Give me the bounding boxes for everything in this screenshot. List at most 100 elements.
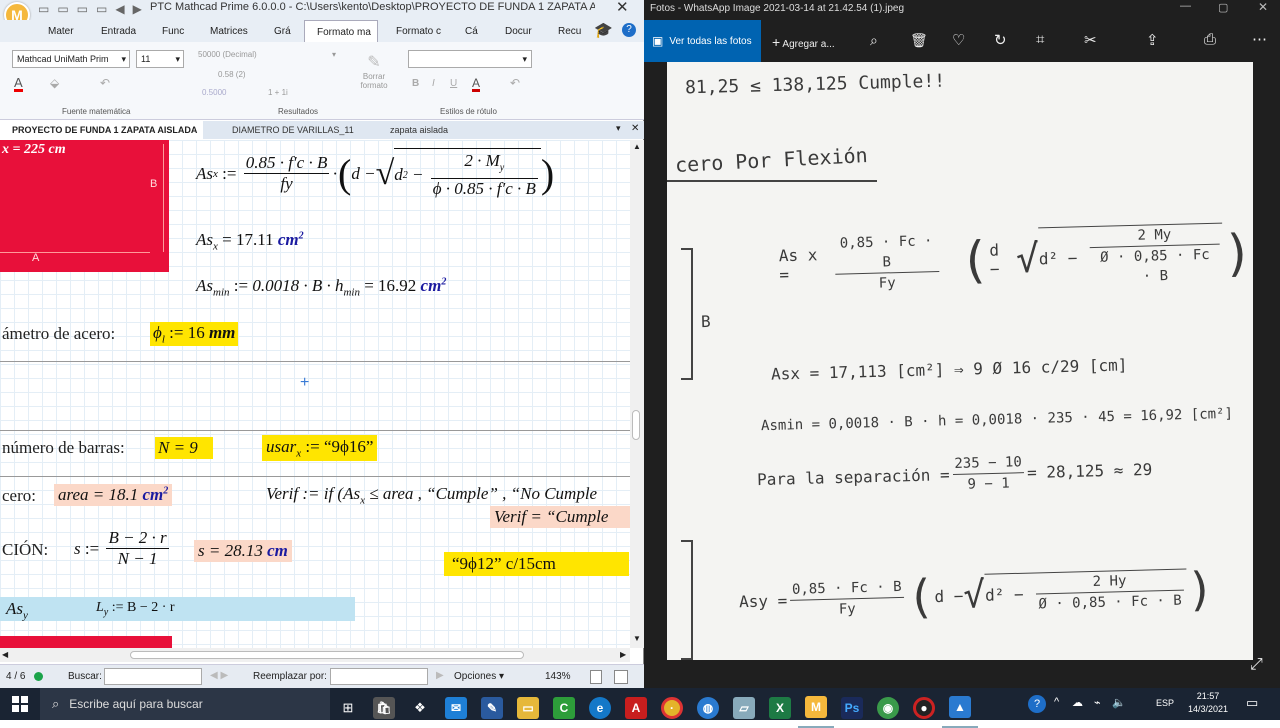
tab-documento[interactable]: Docur (505, 26, 532, 37)
add-to-button[interactable]: + Agregar a... (772, 34, 835, 50)
verif-formula[interactable]: Verif := if (Asx ≤ area , “Cumple” , “No… (266, 484, 597, 506)
photo-image[interactable]: 81,25 ≤ 138,125 Cumple!! cero Por Flexió… (667, 62, 1253, 660)
favorite-icon[interactable]: ♡ (952, 31, 965, 49)
maximize-icon[interactable]: ▢ (1218, 1, 1228, 14)
font-color-button[interactable]: A (14, 76, 23, 92)
phi-definition[interactable]: ϕl := 16 mm (150, 322, 239, 347)
asx-result[interactable]: Asx = 17.11 cm2 (196, 230, 304, 252)
language-indicator[interactable]: ESP (1156, 698, 1174, 708)
notifications-icon[interactable]: ▭ (1246, 695, 1258, 711)
minimize-icon[interactable]: — (1180, 0, 1191, 12)
graduation-cap-icon[interactable]: 🎓 (594, 21, 613, 39)
worksheet[interactable]: B A x = 225 cm As x := 0.85 · f′c · Bfy ·… (0, 140, 630, 648)
tab-matrices[interactable]: Matrices (210, 26, 248, 37)
scroll-up-icon[interactable]: ▲ (633, 142, 641, 151)
tab-mater[interactable]: Mater (48, 26, 74, 37)
clear-format-button[interactable]: ✎ Borrar formato (350, 52, 398, 102)
mail-icon[interactable]: ✉ (438, 688, 474, 728)
scroll-down-icon[interactable]: ▼ (633, 634, 641, 643)
draft-view-icon[interactable] (614, 670, 628, 684)
search-input[interactable] (104, 668, 202, 685)
dropbox-icon[interactable]: ❖ (402, 688, 438, 728)
clock[interactable]: 21:57 14/3/2021 (1188, 690, 1228, 716)
camtasia-icon[interactable]: C (546, 688, 582, 728)
mathcad-taskbar-icon[interactable]: M (798, 688, 834, 728)
s-result[interactable]: s = 28.13 cm (194, 540, 292, 562)
result-precision[interactable]: 0.58 (2) (218, 70, 246, 79)
font-name-select[interactable]: Mathcad UniMath Prim ▾ (12, 50, 130, 68)
edge-icon[interactable]: e (582, 688, 618, 728)
network-icon[interactable]: ⌁ (1094, 696, 1101, 709)
result-complex[interactable]: 1 + 1i (268, 88, 288, 97)
recorder-icon[interactable]: ● (906, 688, 942, 728)
search-prev-icon[interactable]: ◀ ▶ (210, 670, 228, 681)
label-color-button[interactable]: A (472, 77, 481, 92)
italic-button[interactable]: I (432, 78, 435, 89)
windows-start-icon[interactable] (12, 696, 28, 712)
close-icon[interactable]: ✕ (616, 0, 629, 16)
rotate-icon[interactable]: ↻ (994, 31, 1007, 49)
taskbar-search[interactable]: ⌕ Escribe aquí para buscar (40, 688, 330, 720)
crop-icon[interactable]: ⌗ (1036, 31, 1044, 48)
autocad-icon[interactable]: ▱ (726, 688, 762, 728)
tab-entrada[interactable]: Entrada (101, 26, 136, 37)
photoshop-icon[interactable]: Ps (834, 688, 870, 728)
result-format-select[interactable]: 50000 (Decimal) ▾ (198, 50, 338, 59)
tab-func[interactable]: Func (162, 26, 184, 37)
help-icon[interactable]: ? (622, 23, 636, 37)
acrobat-icon[interactable]: A (618, 688, 654, 728)
task-view-icon[interactable]: ⊞ (330, 688, 366, 728)
fullscreen-icon[interactable]: ⤢ (1250, 656, 1263, 674)
asx-formula[interactable]: As x := 0.85 · f′c · Bfy ·( d − √ d 2 − 2 · … (196, 148, 554, 199)
close-doc-icon[interactable]: ✕ (631, 123, 639, 134)
onedrive-icon[interactable]: ☁ (1072, 696, 1083, 709)
page-view-icon[interactable] (590, 670, 602, 684)
globe-icon[interactable]: ◍ (690, 688, 726, 728)
bold-button[interactable]: B (412, 78, 419, 89)
n-definition[interactable]: N = 9 (155, 437, 213, 459)
options-dropdown[interactable]: Opciones ▾ (454, 671, 504, 682)
onenote-icon[interactable]: ✎ (474, 688, 510, 728)
share-icon[interactable]: ⇪ (1146, 31, 1159, 49)
scroll-thumb-h[interactable] (130, 651, 524, 659)
chrome-2-icon[interactable]: ◉ (870, 688, 906, 728)
replace-input[interactable] (330, 668, 428, 685)
result-zero-threshold[interactable]: 0.5000 (202, 88, 226, 97)
see-all-photos-button[interactable]: ▣ Ver todas las fotos (644, 20, 761, 62)
tab-recursos[interactable]: Recu (558, 26, 581, 37)
edit-icon[interactable]: ✂ (1084, 31, 1097, 49)
scroll-thumb-v[interactable] (632, 410, 640, 440)
doc-tab-diametro[interactable]: DIAMETRO DE VARILLAS_11 (232, 125, 354, 135)
label-style-select[interactable]: ▾ (408, 50, 532, 68)
print-icon[interactable]: ⎙ (1204, 31, 1216, 48)
scroll-right-icon[interactable]: ▶ (620, 650, 626, 659)
horizontal-scrollbar[interactable]: ◀ ▶ (0, 648, 630, 662)
tab-calculo[interactable]: Cá (465, 26, 478, 37)
ly-formula[interactable]: Ly := B − 2 · r (96, 600, 175, 618)
more-icon[interactable]: ⋯ (1252, 30, 1267, 48)
undo-format-icon[interactable]: ↶ (100, 76, 110, 90)
tray-chevron-icon[interactable]: ^ (1054, 696, 1059, 708)
replace-icon[interactable]: ▶ (436, 670, 444, 681)
area-result[interactable]: area = 18.1 cm2 (54, 484, 173, 506)
font-size-select[interactable]: 11 ▾ (136, 50, 184, 68)
highlight-icon[interactable]: ⬙ (50, 76, 59, 90)
tab-list-icon[interactable]: ▾ (616, 123, 621, 134)
excel-icon[interactable]: X (762, 688, 798, 728)
scroll-left-icon[interactable]: ◀ (2, 650, 8, 659)
tab-graficos[interactable]: Grá (274, 26, 291, 37)
photos-close-icon[interactable]: ✕ (1258, 0, 1268, 14)
delete-icon[interactable]: 🗑 (910, 32, 928, 49)
chrome-icon[interactable]: · (654, 688, 690, 728)
zoom-level[interactable]: 143% (545, 671, 571, 682)
asmin-formula[interactable]: Asmin := 0.0018 · B · hmin = 16.92 cm2 (196, 276, 446, 298)
verif-result[interactable]: Verif = “Cumple (490, 506, 630, 528)
usar-definition[interactable]: usarx := “9ϕ16” (262, 435, 378, 462)
doc-tab-proyecto[interactable]: PROYECTO DE FUNDA 1 ZAPATA AISLADA (0, 121, 204, 139)
help-tray-icon[interactable]: ? (1028, 695, 1046, 713)
undo-label-icon[interactable]: ↶ (510, 76, 520, 90)
s-formula[interactable]: s := B − 2 · rN − 1 (74, 528, 172, 569)
s-text-result[interactable]: “9ϕ12” c/15cm (444, 552, 629, 576)
photos-taskbar-icon[interactable]: ▲ (942, 688, 978, 728)
tab-formato-calculo[interactable]: Formato c (396, 26, 441, 37)
